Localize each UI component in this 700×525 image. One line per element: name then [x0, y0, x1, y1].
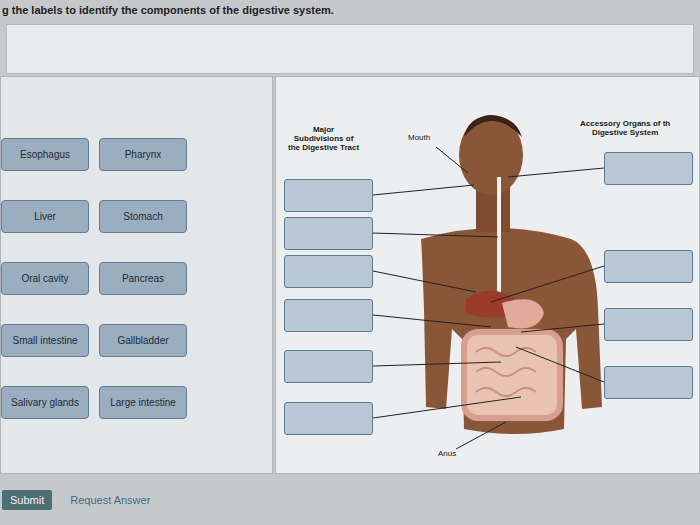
main-area: Esophagus Pharynx Liver Stomach Oral cavity P… — [0, 76, 700, 474]
heading-line: the Digestive Tract — [288, 143, 359, 152]
drop-target[interactable] — [604, 152, 693, 185]
mouth-line — [436, 147, 468, 173]
request-answer-link[interactable]: Request Answer — [70, 494, 150, 506]
page: g the labels to identify the components … — [0, 0, 700, 525]
heading-line: Major — [288, 125, 359, 134]
drop-target[interactable] — [604, 366, 693, 399]
header-band — [6, 24, 694, 74]
leader-line — [373, 233, 498, 237]
drop-target[interactable] — [284, 299, 373, 332]
tract-heading: MajorSubdivisions ofthe Digestive Tract — [288, 125, 359, 153]
accessory-heading: Accessory Organs of thDigestive System — [580, 119, 670, 137]
leader-line — [521, 324, 604, 332]
label-chip[interactable]: Salivary glands — [1, 386, 89, 419]
torso — [421, 228, 602, 434]
leader-line — [508, 168, 604, 177]
instruction: g the labels to identify the components … — [0, 0, 700, 24]
anus-label: Anus — [438, 449, 456, 458]
heading-line: Accessory Organs of th — [580, 119, 670, 128]
label-chip[interactable]: Stomach — [99, 200, 187, 233]
submit-button[interactable]: Submit — [2, 490, 52, 510]
drop-target[interactable] — [284, 179, 373, 212]
label-chip[interactable]: Pharynx — [99, 138, 187, 171]
label-chip[interactable]: Large intestine — [99, 386, 187, 419]
drop-target[interactable] — [284, 217, 373, 250]
label-bank: Esophagus Pharynx Liver Stomach Oral cavity P… — [0, 76, 273, 474]
label-chip[interactable]: Small intestine — [1, 324, 89, 357]
drop-target[interactable] — [284, 402, 373, 435]
diagram-canvas: MajorSubdivisions ofthe Digestive Tract A… — [275, 76, 700, 474]
label-chip[interactable]: Gallbladder — [99, 324, 187, 357]
label-chip[interactable]: Oral cavity — [1, 262, 89, 295]
leader-line — [373, 271, 476, 292]
head — [459, 115, 523, 195]
anus-line — [456, 422, 506, 449]
leader-line — [373, 362, 501, 366]
drop-target[interactable] — [284, 350, 373, 383]
leader-line — [373, 185, 474, 195]
leader-line — [516, 347, 604, 382]
esophagus — [497, 177, 501, 302]
intestines — [464, 332, 560, 418]
drop-target[interactable] — [284, 255, 373, 288]
mouth-label: Mouth — [408, 133, 430, 142]
hair — [464, 115, 522, 137]
footer: Submit Request Answer — [0, 474, 700, 525]
stomach — [502, 299, 544, 328]
leader-line — [491, 266, 604, 302]
leader-line — [373, 397, 521, 418]
heading-line: Subdivisions of — [288, 134, 359, 143]
label-chip[interactable]: Liver — [1, 200, 89, 233]
drop-target[interactable] — [604, 250, 693, 283]
small-intestine-coils — [476, 348, 536, 396]
heading-line: Digestive System — [580, 128, 670, 137]
drop-target[interactable] — [604, 308, 693, 341]
label-chip[interactable]: Esophagus — [1, 138, 89, 171]
label-chip[interactable]: Pancreas — [99, 262, 187, 295]
leader-line — [373, 315, 491, 327]
